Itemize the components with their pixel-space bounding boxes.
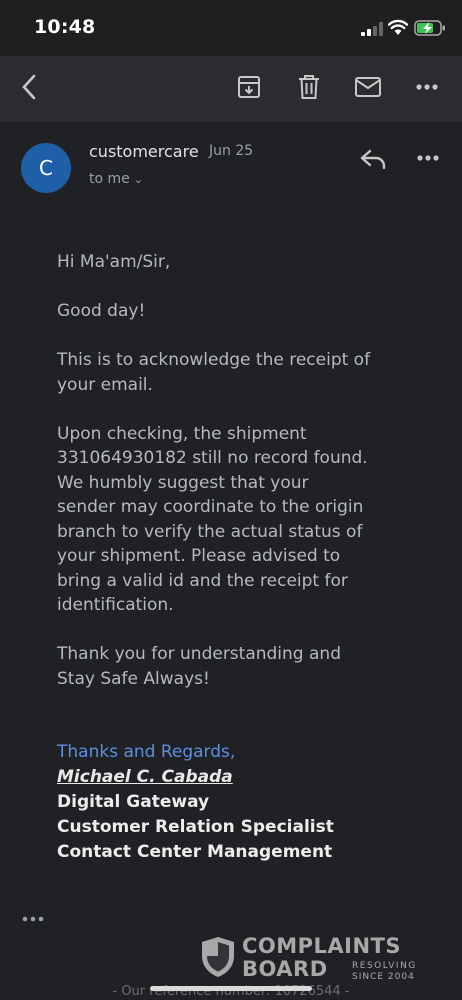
message-line: We humbly suggest that your	[57, 472, 309, 493]
message-line: 331064930182 still no record found.	[57, 448, 368, 468]
archive-icon	[238, 76, 260, 98]
chevron-down-icon: ⌄	[133, 173, 143, 186]
message-paragraph: Upon checking, the shipment 331064930182 …	[57, 422, 437, 618]
home-indicator[interactable]	[150, 986, 312, 991]
signature-company: Digital Gateway	[57, 792, 210, 812]
message-line: bring a valid id and the receipt for	[57, 570, 348, 591]
shield-logo-icon	[202, 937, 234, 977]
signature-name: Michael C. Cabada	[57, 767, 233, 787]
message-line: Hi Ma'am/Sir,	[57, 252, 171, 272]
message-paragraph: Good day!	[57, 299, 437, 324]
cellular-signal-icon	[361, 22, 383, 36]
reply-icon[interactable]	[358, 146, 388, 172]
sender-name: customercare	[89, 142, 199, 161]
email-toolbar	[0, 56, 462, 123]
message-line: sender may coordinate to the origin	[57, 497, 364, 517]
complaintsboard-watermark: COMPLAINTS BOARD RESOLVING SINCE 2004	[200, 934, 420, 982]
message-line: This is to acknowledge the receipt of	[57, 350, 371, 370]
sender-avatar[interactable]: C	[21, 143, 71, 193]
message-line: Thank you for understanding and	[57, 644, 341, 664]
chevron-left-icon	[22, 74, 36, 100]
mark-unread-button[interactable]	[353, 72, 383, 102]
message-line: Good day!	[57, 301, 146, 321]
watermark-line1: COMPLAINTS	[242, 934, 402, 958]
recipient-details-toggle[interactable]: to me ⌄	[89, 171, 143, 187]
message-line: identification.	[57, 595, 174, 615]
wifi-icon	[388, 19, 408, 35]
watermark-line2: BOARD	[242, 957, 328, 981]
back-button[interactable]	[14, 72, 44, 102]
more-horizontal-icon	[416, 84, 438, 90]
message-paragraph: Hi Ma'am/Sir,	[57, 250, 437, 275]
message-line: your shipment. Please advised to	[57, 546, 341, 566]
signature-department: Contact Center Management	[57, 842, 333, 862]
message-line: your email.	[57, 374, 153, 395]
signature-title: Customer Relation Specialist	[57, 817, 334, 837]
message-line: branch to verify the actual status of	[57, 521, 363, 542]
message-body: Hi Ma'am/Sir, Good day! This is to acknowl…	[57, 250, 437, 716]
status-bar: 10:48	[0, 0, 462, 56]
show-trimmed-content-icon[interactable]	[22, 914, 44, 924]
message-paragraph: This is to acknowledge the receipt of you…	[57, 348, 437, 397]
message-line: Upon checking, the shipment	[57, 423, 307, 444]
signature-closing: Thanks and Regards,	[57, 742, 236, 762]
message-more-icon[interactable]	[414, 148, 442, 168]
watermark-tag2: SINCE 2004	[352, 972, 415, 982]
watermark-tag1: RESOLVING	[352, 961, 417, 971]
trash-icon	[299, 75, 319, 99]
archive-button[interactable]	[234, 72, 264, 102]
mail-icon	[355, 77, 381, 97]
battery-charging-icon	[414, 20, 445, 36]
status-time: 10:48	[34, 16, 96, 38]
delete-button[interactable]	[294, 72, 324, 102]
message-date: Jun 25	[209, 143, 254, 159]
message-line: Stay Safe Always!	[57, 668, 210, 689]
more-options-button[interactable]	[412, 72, 442, 102]
recipient-label: to me	[89, 171, 130, 187]
message-paragraph: Thank you for understanding and Stay Safe…	[57, 642, 437, 691]
